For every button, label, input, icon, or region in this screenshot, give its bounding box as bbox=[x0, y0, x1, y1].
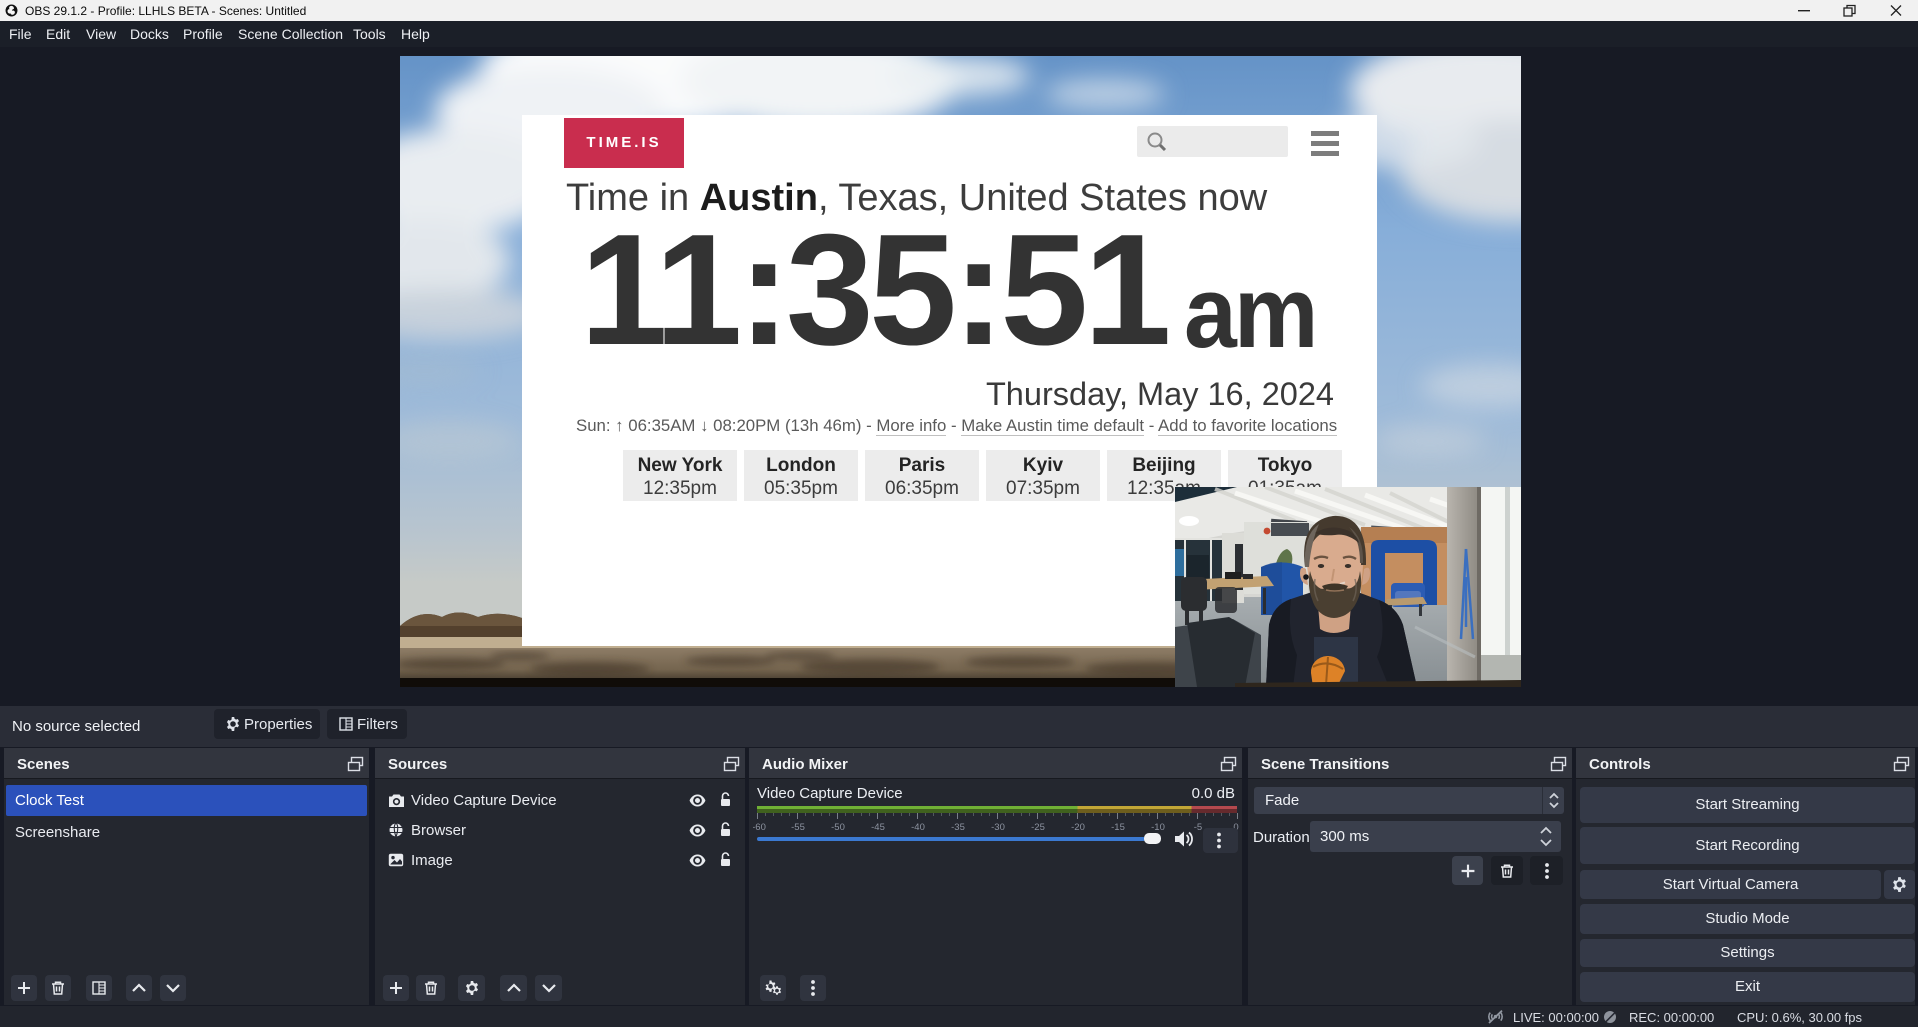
svg-text:-5: -5 bbox=[1194, 822, 1202, 833]
svg-text:-55: -55 bbox=[791, 822, 805, 833]
svg-text:-60: -60 bbox=[753, 822, 766, 833]
svg-text:-30: -30 bbox=[991, 822, 1005, 833]
svg-text:-45: -45 bbox=[871, 822, 885, 833]
svg-text:-20: -20 bbox=[1071, 822, 1085, 833]
svg-text:-25: -25 bbox=[1031, 822, 1045, 833]
svg-text:-15: -15 bbox=[1111, 822, 1125, 833]
svg-text:-35: -35 bbox=[951, 822, 965, 833]
svg-text:-50: -50 bbox=[831, 822, 845, 833]
svg-text:-40: -40 bbox=[911, 822, 925, 833]
svg-text:-10: -10 bbox=[1151, 822, 1165, 833]
